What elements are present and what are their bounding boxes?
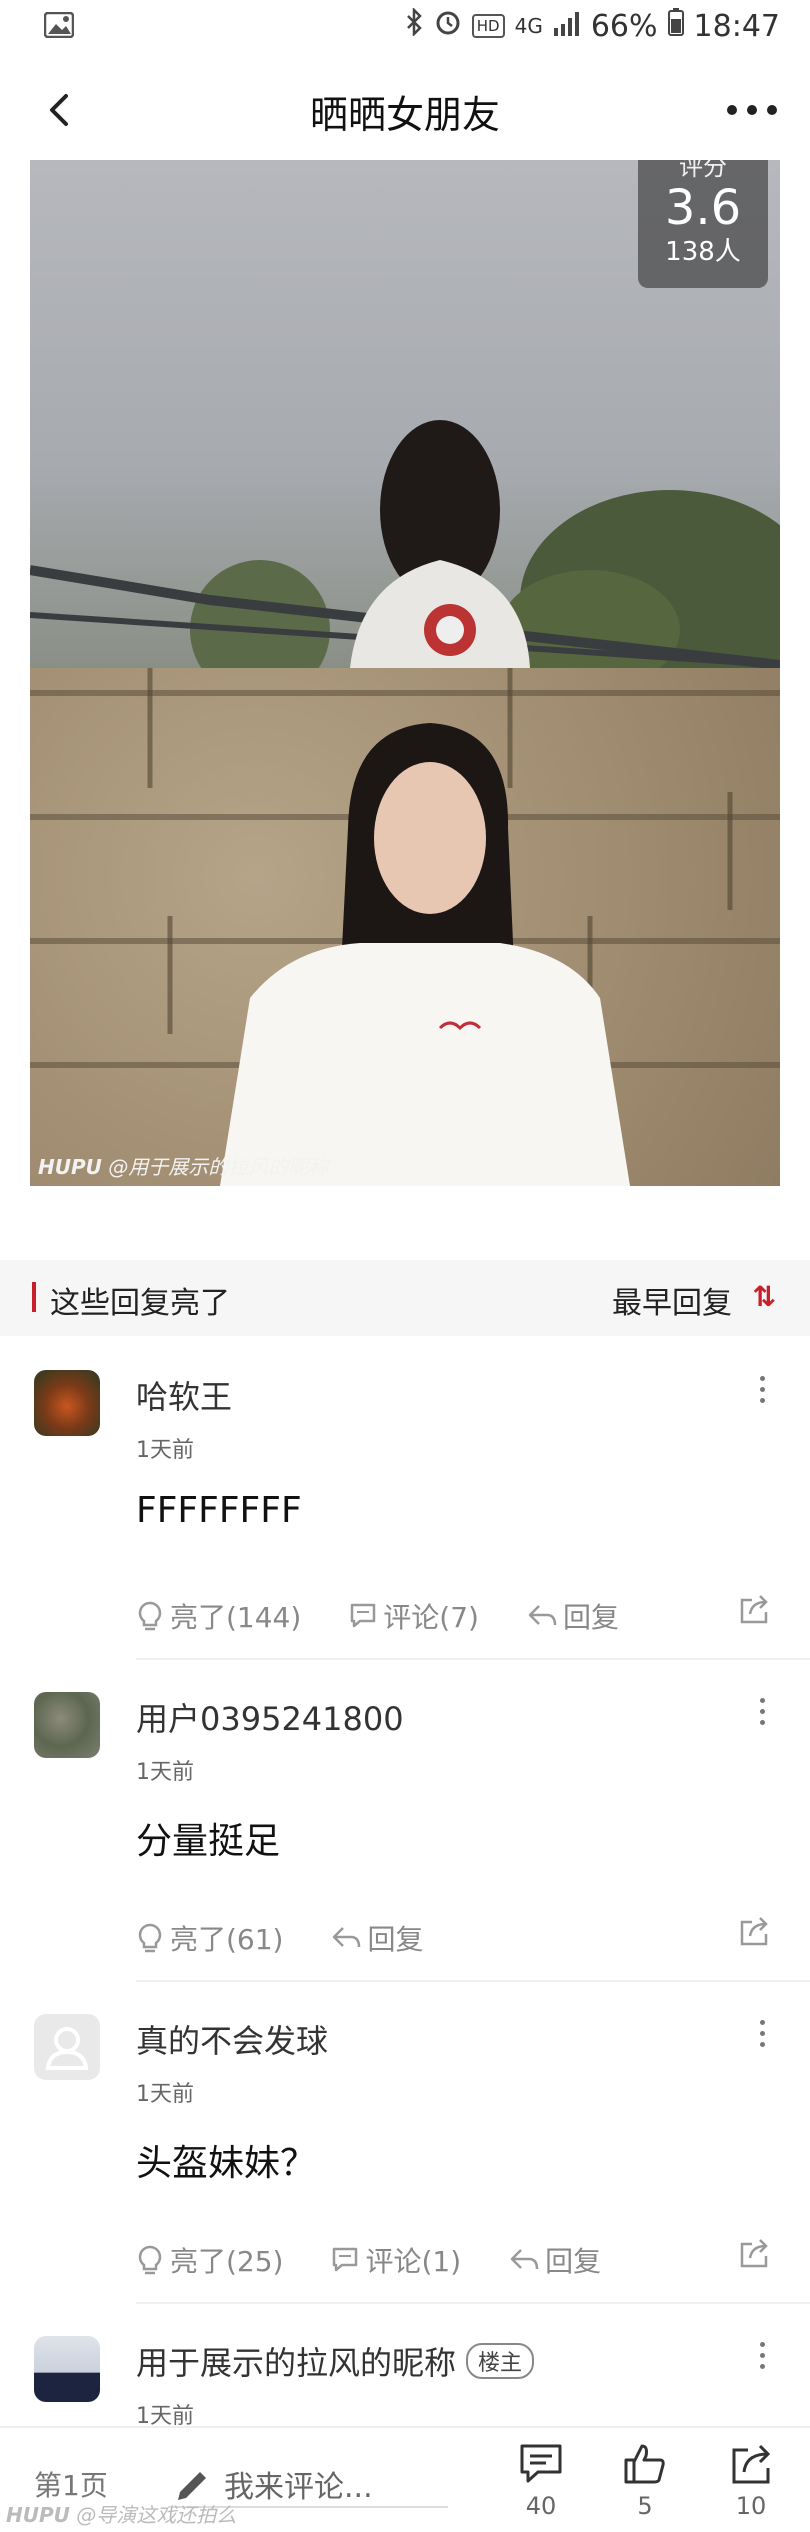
bottom-toolbar: 第1页 我来评论... 40 5 10 HUPU @导演这戏还拍么 xyxy=(0,2426,810,2532)
page-title: 晒晒女朋友 xyxy=(309,93,500,137)
highlighted-replies-header: 这些回复亮了 最早回复 ⇅ xyxy=(0,1260,810,1336)
reply-label: 回复 xyxy=(367,1923,424,1956)
comment-bubble-icon xyxy=(333,2247,358,2272)
reply-button[interactable]: 回复 xyxy=(331,1918,424,1958)
comment-username[interactable]: 哈软王 xyxy=(136,1372,232,1418)
comment-time: 1天前 xyxy=(136,1760,194,1785)
recommend-button[interactable]: 5 xyxy=(610,2442,680,2520)
watermark-brand: HUPU xyxy=(6,2503,70,2527)
comment-more-icon[interactable] xyxy=(758,1376,766,1406)
watermark-text: @用于展示的拉风的昵称 xyxy=(108,1155,329,1179)
comment-time: 1天前 xyxy=(136,2082,194,2107)
watermark-text: @导演这戏还拍么 xyxy=(76,2503,237,2527)
avatar[interactable] xyxy=(34,2336,100,2402)
share-button[interactable] xyxy=(738,1594,770,1630)
comment-count: 评论(1) xyxy=(365,2245,462,2278)
bluetooth-icon xyxy=(406,6,424,44)
comment-bubble-icon xyxy=(520,2444,562,2483)
comment-username[interactable]: 真的不会发球 xyxy=(136,2016,328,2062)
share-post-button[interactable]: 10 xyxy=(716,2442,786,2520)
comment-item: 哈软王 1天前 FFFFFFFF 亮了(144) 评论(7) 回复 xyxy=(0,1336,810,1666)
top-navigation-bar: 晒晒女朋友 xyxy=(0,58,810,160)
alarm-icon xyxy=(434,8,462,44)
reply-count: 40 xyxy=(525,2492,557,2520)
reply-arrow-icon xyxy=(528,1605,557,1626)
comment-more-icon[interactable] xyxy=(758,2020,766,2050)
reply-arrow-icon xyxy=(333,1927,361,1948)
rating-badge[interactable]: 评分 3.6 138人 xyxy=(638,160,768,288)
image-watermark: HUPU @用于展示的拉风的昵称 xyxy=(38,1151,328,1180)
clock: 18:47 xyxy=(693,8,780,44)
share-button[interactable] xyxy=(738,1916,770,1952)
section-accent-bar xyxy=(32,1282,36,1312)
default-avatar-icon[interactable] xyxy=(34,2014,100,2080)
page-indicator[interactable]: 第1页 xyxy=(34,2464,108,2504)
share-button[interactable] xyxy=(738,2238,770,2274)
thumbs-up-icon xyxy=(624,2444,665,2484)
reply-arrow-icon xyxy=(510,2249,539,2270)
comment-more-icon[interactable] xyxy=(758,2342,766,2372)
comment-content: 分量挺足 xyxy=(136,1821,281,1862)
lightbulb-icon xyxy=(138,1923,162,1953)
like-count: 亮了(61) xyxy=(170,1923,284,1956)
section-title: 这些回复亮了 xyxy=(50,1286,230,1321)
gallery-notification-icon xyxy=(43,11,75,42)
lightbulb-icon xyxy=(138,1601,162,1631)
reply-label: 回复 xyxy=(545,2245,602,2278)
comment-input-placeholder: 我来评论... xyxy=(224,2470,373,2505)
avatar[interactable] xyxy=(34,1370,100,1436)
replies-button[interactable]: 40 xyxy=(506,2442,576,2520)
share-icon xyxy=(740,2239,768,2268)
post-image[interactable]: 评分 3.6 138人 HUPU @用于展示的拉风的昵称 xyxy=(30,160,780,1186)
lightbulb-icon xyxy=(138,2245,162,2275)
photo-bottom-stone-wall xyxy=(30,668,780,1186)
share-icon xyxy=(732,2444,771,2484)
op-badge: 楼主 xyxy=(466,2343,535,2379)
signal-icon xyxy=(553,9,581,44)
comment-bubble-icon xyxy=(351,1603,376,1628)
battery-icon xyxy=(667,8,684,44)
status-bar: HD 4G 66% 18:47 xyxy=(0,0,810,58)
battery-level: 66% xyxy=(590,8,658,44)
reply-button[interactable]: 回复 xyxy=(527,1596,619,1636)
like-count: 亮了(25) xyxy=(170,2245,284,2278)
like-count: 5 xyxy=(637,2492,653,2520)
watermark-brand: HUPU xyxy=(38,1155,102,1179)
comment-item: 真的不会发球 1天前 头盔妹妹？ 亮了(25) 评论(1) 回复 xyxy=(0,1980,810,2310)
network-type: 4G xyxy=(514,14,543,38)
rating-count: 138人 xyxy=(665,237,741,267)
comment-button[interactable]: 评论(1) xyxy=(331,2240,461,2280)
like-button[interactable]: 亮了(144) xyxy=(136,1596,301,1636)
comment-more-icon[interactable] xyxy=(758,1698,766,1728)
reply-button[interactable]: 回复 xyxy=(509,2240,601,2280)
comment-button[interactable]: 评论(7) xyxy=(349,1596,479,1636)
more-dots-icon xyxy=(727,105,777,115)
sort-order-button[interactable]: 最早回复 xyxy=(612,1278,732,1322)
rating-label: 评分 xyxy=(679,160,727,181)
share-icon xyxy=(740,1595,768,1624)
comment-time: 1天前 xyxy=(136,1438,194,1463)
share-icon xyxy=(740,1917,768,1946)
comment-username-text: 用于展示的拉风的昵称 xyxy=(136,2344,457,2382)
reply-label: 回复 xyxy=(562,1601,619,1634)
more-options-button[interactable] xyxy=(724,98,780,122)
like-button[interactable]: 亮了(61) xyxy=(136,1918,283,1958)
comment-content: FFFFFFFF xyxy=(136,1490,302,1531)
rating-score: 3.6 xyxy=(664,180,742,236)
avatar[interactable] xyxy=(34,1692,100,1758)
hd-badge: HD xyxy=(471,14,505,38)
comment-content: 头盔妹妹？ xyxy=(136,2143,317,2184)
like-button[interactable]: 亮了(25) xyxy=(136,2240,283,2280)
comment-item: 用于展示的拉风的昵称 楼主 1天前 xyxy=(0,2302,810,2429)
comment-username[interactable]: 用户0395241800 xyxy=(136,1694,404,1740)
like-count: 亮了(144) xyxy=(170,1601,302,1634)
comment-count: 评论(7) xyxy=(383,1601,479,1634)
comment-username[interactable]: 用于展示的拉风的昵称 楼主 xyxy=(136,2338,535,2384)
comment-item: 用户0395241800 1天前 分量挺足 亮了(61) 回复 xyxy=(0,1658,810,1988)
share-count: 10 xyxy=(735,2492,767,2520)
sort-icon[interactable]: ⇅ xyxy=(753,1280,776,1313)
screenshot-watermark: HUPU @导演这戏还拍么 xyxy=(6,2499,236,2528)
